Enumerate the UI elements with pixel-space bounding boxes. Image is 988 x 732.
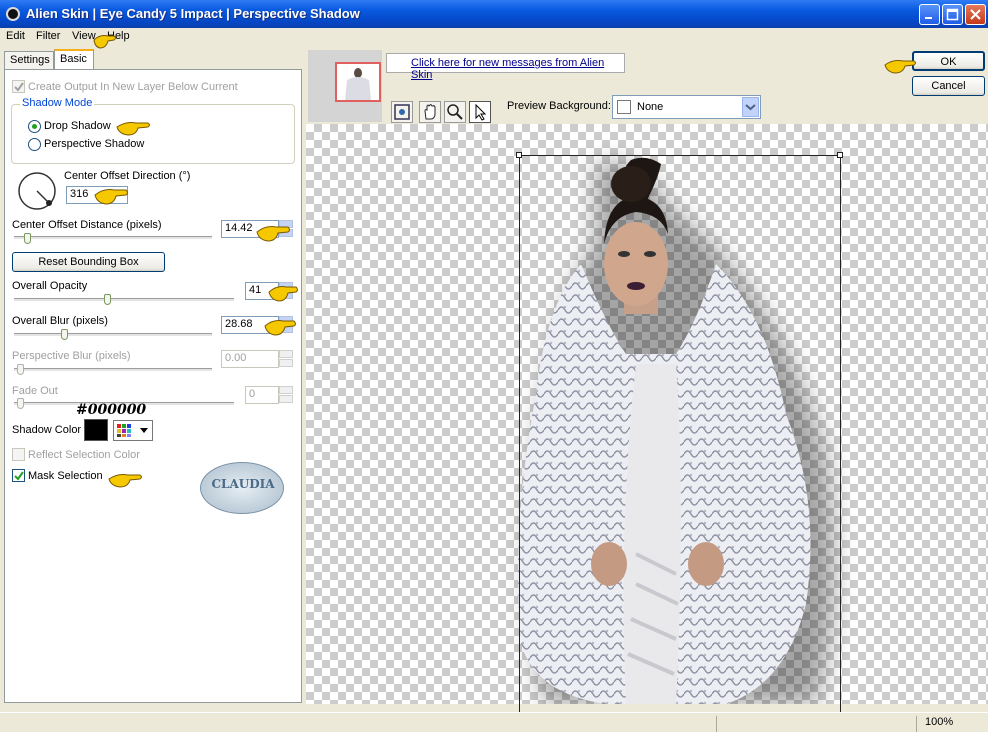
pointing-hand-icon (256, 226, 290, 242)
overall-blur-label: Overall Blur (pixels) (12, 315, 108, 327)
shadow-color-label: Shadow Color (12, 424, 82, 436)
menu-filter[interactable]: Filter (36, 30, 60, 42)
preview-background-label: Preview Background: (507, 100, 611, 112)
perspective-blur-slider (14, 368, 212, 372)
arrow-cursor-icon (475, 103, 487, 121)
shadow-color-swatch[interactable] (84, 419, 108, 441)
zoom-fit-icon (394, 104, 410, 120)
title-bar: Alien Skin | Eye Candy 5 Impact | Perspe… (0, 0, 988, 28)
center-offset-distance-slider[interactable] (14, 236, 212, 240)
shadow-mode-group (11, 104, 295, 164)
drop-shadow-label: Drop Shadow (44, 120, 111, 132)
messages-link[interactable]: Click here for new messages from Alien S… (386, 53, 625, 81)
center-offset-distance-thumb[interactable] (24, 233, 31, 244)
checkmark-icon (14, 82, 24, 92)
create-output-checkbox[interactable] (12, 80, 25, 93)
checkmark-icon (14, 471, 24, 481)
reflect-selection-color-label: Reflect Selection Color (28, 449, 140, 461)
magnifier-icon (447, 104, 463, 120)
navigator-selection[interactable] (335, 62, 381, 102)
mask-selection-checkbox[interactable] (12, 469, 25, 482)
background-none-swatch (617, 100, 631, 114)
color-grid-icon (117, 424, 148, 437)
reset-bounding-box-button[interactable]: Reset Bounding Box (12, 252, 165, 272)
hand-icon (424, 104, 436, 120)
fade-out-label: Fade Out (12, 385, 58, 397)
menu-edit[interactable]: Edit (6, 30, 25, 42)
pointing-hand-icon (94, 189, 128, 205)
perspective-shadow-radio[interactable] (28, 138, 41, 151)
pointing-hand-icon (108, 474, 142, 488)
direction-dial[interactable] (16, 170, 58, 212)
shadow-mode-legend: Shadow Mode (20, 97, 95, 109)
shadow-color-hex-annotation: #000000 (76, 402, 147, 418)
color-palette-button[interactable] (113, 420, 153, 441)
preview-background-value: None (637, 101, 664, 113)
drop-shadow-radio[interactable] (28, 120, 41, 133)
hand-tool[interactable] (419, 101, 441, 123)
fade-out-spinner (279, 386, 293, 404)
pointing-hand-icon (884, 60, 916, 74)
alien-skin-app-icon (6, 7, 20, 21)
thumbnail-figure-image (345, 68, 371, 100)
reflect-selection-color-checkbox (12, 448, 25, 461)
overall-opacity-slider[interactable] (14, 298, 234, 302)
selection-arrow-tool[interactable] (469, 101, 491, 123)
overall-opacity-thumb[interactable] (104, 294, 111, 305)
perspective-shadow-label: Perspective Shadow (44, 138, 145, 150)
zoom-tool[interactable] (444, 101, 466, 123)
window-title: Alien Skin | Eye Candy 5 Impact | Perspe… (26, 6, 360, 21)
mask-selection-label: Mask Selection (28, 470, 103, 482)
claudia-watermark-logo: CLAUDIA (200, 462, 284, 514)
fade-out-field: 0 (245, 386, 279, 404)
preview-background-select[interactable]: None (612, 95, 761, 119)
perspective-blur-label: Perspective Blur (pixels) (12, 350, 131, 362)
watermark-text: CLAUDIA (211, 477, 275, 491)
minimize-icon (925, 17, 932, 19)
perspective-blur-field: 0.00 (221, 350, 279, 368)
menu-bar: Edit Filter View Help (0, 28, 988, 46)
cancel-button[interactable]: Cancel (912, 76, 985, 96)
pointing-hand-icon (93, 35, 116, 49)
pointing-hand-icon (264, 320, 296, 336)
center-offset-direction-label: Center Offset Direction (°) (64, 170, 191, 182)
status-cell (716, 716, 916, 732)
maximize-button[interactable] (942, 4, 963, 25)
close-icon (970, 9, 981, 20)
zoom-level: 100% (916, 716, 986, 732)
tab-settings[interactable]: Settings (4, 51, 54, 69)
tab-basic[interactable]: Basic (54, 49, 94, 70)
ok-button[interactable]: OK (912, 51, 985, 71)
overall-blur-thumb[interactable] (61, 329, 68, 340)
maximize-icon (946, 8, 959, 21)
perspective-blur-thumb (17, 364, 24, 375)
bounding-box-handle[interactable] (516, 152, 522, 158)
minimize-button[interactable] (919, 4, 940, 25)
overall-blur-slider[interactable] (14, 333, 212, 337)
fade-out-thumb (17, 398, 24, 409)
bounding-box-handle[interactable] (837, 152, 843, 158)
chevron-down-icon[interactable] (742, 97, 759, 117)
close-button[interactable] (965, 4, 986, 25)
overall-opacity-label: Overall Opacity (12, 280, 88, 292)
bounding-box[interactable] (519, 155, 841, 715)
pointing-hand-icon (268, 286, 298, 302)
perspective-blur-spinner (279, 350, 293, 368)
center-offset-distance-label: Center Offset Distance (pixels) (12, 219, 162, 231)
status-bar: 100% (0, 712, 988, 732)
pointing-hand-icon (116, 122, 150, 136)
create-output-label: Create Output In New Layer Below Current (28, 81, 238, 93)
zoom-to-fit-tool[interactable] (391, 101, 413, 123)
